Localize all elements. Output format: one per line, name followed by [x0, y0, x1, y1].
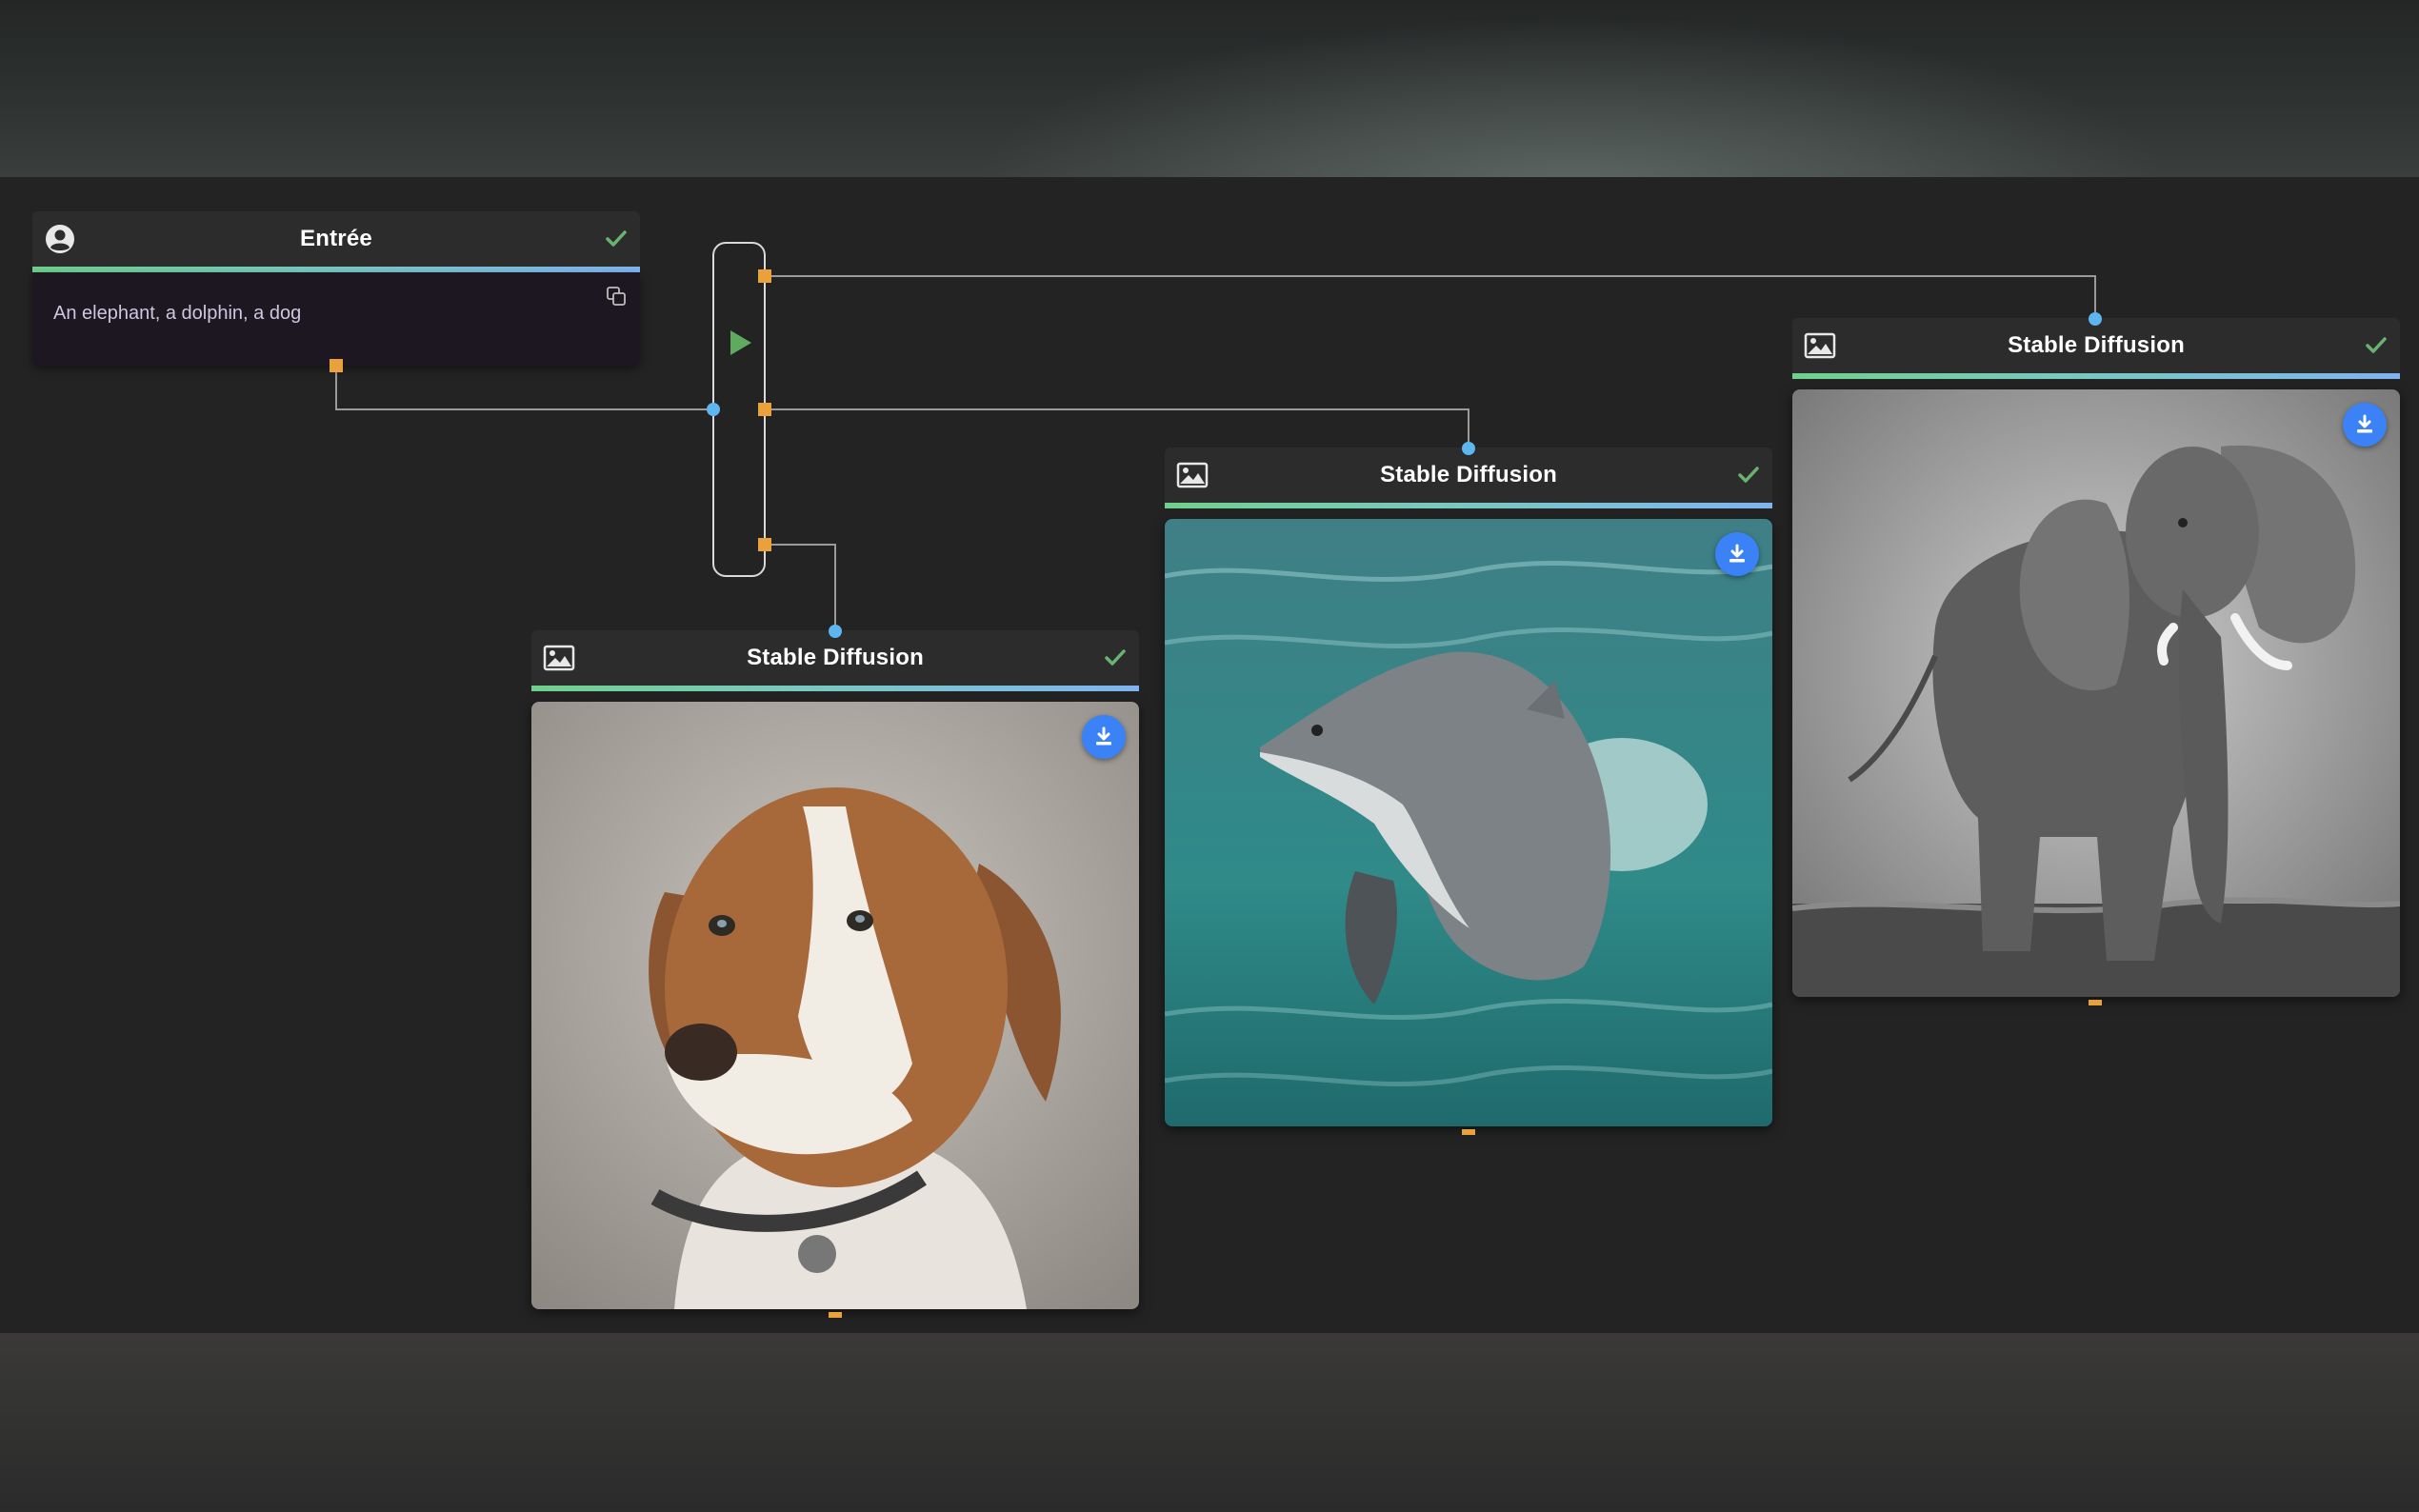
- wire-splitter-to-dog: [765, 544, 836, 630]
- input-node-title: Entrée: [300, 226, 372, 251]
- elephant-node-output-port[interactable]: [2089, 1000, 2102, 1005]
- download-button[interactable]: [1715, 532, 1759, 576]
- output-node-header[interactable]: Stable Diffusion: [1792, 318, 2400, 373]
- download-icon: [1096, 726, 1111, 746]
- dolphin-image: [1165, 519, 1772, 1126]
- splitter-output-port-2[interactable]: [758, 403, 771, 416]
- output-node-elephant[interactable]: Stable Diffusion: [1792, 318, 2400, 997]
- generated-image-dog[interactable]: [531, 702, 1139, 1309]
- download-icon: [1729, 544, 1745, 563]
- dog-image: [531, 702, 1139, 1309]
- output-node-accent-bar: [531, 686, 1139, 691]
- output-node-header[interactable]: Stable Diffusion: [531, 630, 1139, 686]
- input-node-body[interactable]: An elephant, a dolphin, a dog: [32, 272, 640, 366]
- splitter-input-port[interactable]: [707, 403, 720, 416]
- dog-node-input-port[interactable]: [829, 625, 842, 638]
- wire-input-to-splitter: [335, 366, 713, 410]
- dog-node-output-port[interactable]: [829, 1312, 842, 1318]
- user-circle-icon: [46, 225, 74, 253]
- dolphin-node-output-port[interactable]: [1462, 1129, 1475, 1135]
- input-node-output-port[interactable]: [330, 359, 343, 372]
- check-icon: [1105, 649, 1126, 666]
- download-icon: [2357, 414, 2372, 433]
- output-node-title: Stable Diffusion: [2008, 332, 2185, 358]
- output-node-dolphin[interactable]: Stable Diffusion: [1165, 448, 1772, 1126]
- download-button[interactable]: [1082, 715, 1126, 759]
- wire-splitter-to-dolphin: [765, 408, 1469, 448]
- output-node-title: Stable Diffusion: [747, 645, 924, 670]
- splitter-output-port-3[interactable]: [758, 538, 771, 551]
- download-button[interactable]: [2343, 403, 2387, 447]
- image-icon: [543, 645, 575, 671]
- check-icon: [2366, 337, 2387, 353]
- generated-image-elephant[interactable]: [1792, 389, 2400, 997]
- image-icon: [1804, 332, 1836, 359]
- copy-icon[interactable]: [606, 286, 627, 307]
- elephant-node-input-port[interactable]: [2089, 312, 2102, 326]
- prompt-text[interactable]: An elephant, a dolphin, a dog: [53, 303, 301, 325]
- check-icon: [1738, 467, 1759, 483]
- output-node-title: Stable Diffusion: [1380, 462, 1557, 487]
- generated-image-dolphin[interactable]: [1165, 519, 1772, 1126]
- output-node-header[interactable]: Stable Diffusion: [1165, 448, 1772, 503]
- play-icon[interactable]: [728, 328, 754, 358]
- splitter-output-port-1[interactable]: [758, 269, 771, 283]
- elephant-image: [1792, 389, 2400, 997]
- input-node[interactable]: Entrée An elephant, a dolphin, a dog: [32, 211, 640, 366]
- output-node-accent-bar: [1792, 373, 2400, 379]
- wire-splitter-to-elephant: [765, 275, 2096, 318]
- dolphin-node-input-port[interactable]: [1462, 442, 1475, 455]
- image-icon: [1176, 462, 1209, 488]
- input-node-header[interactable]: Entrée: [32, 211, 640, 267]
- check-icon: [606, 230, 627, 247]
- output-node-accent-bar: [1165, 503, 1772, 508]
- output-node-dog[interactable]: Stable Diffusion: [531, 630, 1139, 1309]
